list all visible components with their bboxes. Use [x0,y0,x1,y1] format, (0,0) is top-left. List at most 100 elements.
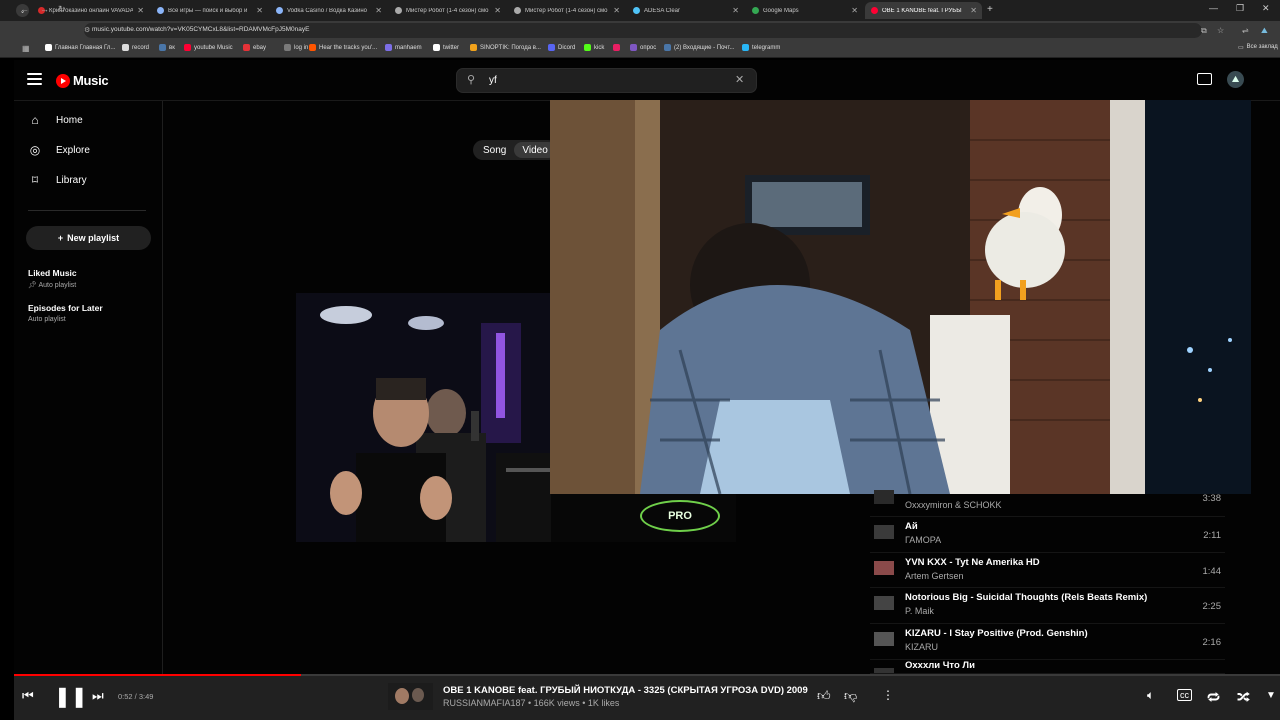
queue-item[interactable]: Notorious Big - Suicidal Thoughts (Rels … [870,588,1225,624]
bookmark-item[interactable] [613,44,623,51]
close-tab-icon[interactable]: ✕ [970,6,982,15]
tab-item[interactable]: ADESA Clear ✕ [627,2,744,19]
bookmark-item[interactable]: Hear the tracks you'... [309,44,377,51]
install-app-icon[interactable]: ⧉ [1201,26,1207,36]
song-toggle[interactable]: Song [475,142,514,158]
search-input[interactable]: yf [489,75,497,86]
tab-item[interactable]: OBE 1 KANOBE feat. ГРУБЫ ✕ [865,2,982,19]
bookmark-label: ebay [253,44,267,51]
expand-player-icon[interactable]: ▼ [1266,690,1276,701]
close-tab-icon[interactable]: ✕ [851,6,863,15]
close-tab-icon[interactable]: ✕ [375,6,387,15]
player-bar [14,676,1280,720]
queue-item[interactable]: KIZARU - I Stay Positive (Prod. Genshin)… [870,624,1225,660]
queue-item[interactable]: Ай ГАМОРА 2:11 [870,517,1225,553]
sidebar-item-explore[interactable]: ◎ Explore [28,143,90,157]
close-tab-icon[interactable]: ✕ [256,6,268,15]
all-bookmarks[interactable]: ▭ Все заклад [1238,44,1278,51]
avatar[interactable]: ⛰ [1227,71,1244,88]
tab-item[interactable]: Все игры — поиск и выбор и ✕ [151,2,268,19]
close-tab-icon[interactable]: ✕ [137,6,149,15]
now-playing-thumbnail[interactable] [388,683,433,710]
like-icon[interactable]: 👍︎ [817,688,831,704]
maximize-button[interactable]: ❐ [1236,3,1244,14]
bookmark-item[interactable]: опрос [630,44,656,51]
bookmark-item[interactable]: record [122,44,149,51]
url-text[interactable]: music.youtube.com/watch?v=VK05CYMCxL8&li… [92,26,309,33]
queue-item-duration: 1:44 [1202,566,1222,577]
search-icon[interactable]: ⚲ [467,73,475,86]
now-playing-subtitle[interactable]: RUSSIANMAFIA187 • 166K views • 1K likes [443,698,619,708]
tab-item[interactable]: Мистер Робот (1-4 сезон) смо ✕ [508,2,625,19]
play-logo-icon [56,73,70,88]
apps-grid-icon[interactable]: ▦ [22,44,30,53]
now-playing-title[interactable]: OBE 1 KANOBE feat. ГРУБЫЙ НИОТКУДА - 332… [443,685,808,696]
cast-icon[interactable] [1197,73,1212,85]
tab-item[interactable]: Криптоказино онлайн VAVADA ✕ [32,2,149,19]
queue-item[interactable]: Oxxxymiron & SCHOKK 3:38 [870,488,1225,517]
queue-thumbnail [874,632,894,646]
search-box[interactable] [456,68,757,93]
tab-title: Мистер Робот (1-4 сезон) смо [525,7,608,14]
bookmark-item[interactable]: (2) Входящие - Почт... [664,44,735,51]
next-track-icon[interactable]: ⏭︎ [92,688,104,704]
bookmark-star-icon[interactable]: ☆ [1217,26,1224,35]
video-frame-main[interactable] [550,100,1251,494]
sidebar-item-home[interactable]: ⌂ Home [28,113,82,127]
bookmark-item[interactable]: kick [584,44,604,51]
dislike-icon[interactable]: 👎︎ [844,688,857,704]
volume-icon[interactable]: 🔈︎ [1147,688,1154,703]
sidebar-item-label: Library [56,174,87,186]
bookmark-item[interactable]: SINOPTIK: Погода в... [470,44,541,51]
bookmark-favicon-icon [433,44,440,51]
video-frame-left[interactable] [296,293,551,542]
tab-item[interactable]: Google Maps ✕ [746,2,863,19]
bookmark-item[interactable]: twitter [433,44,459,51]
youtube-music-logo[interactable]: Music [56,73,109,88]
profile-icon[interactable]: ⛰ [1261,26,1268,36]
playlist-liked-music[interactable]: Liked Music [28,268,77,278]
queue-item-duration: 2:11 [1203,530,1221,541]
playlist-subtitle: Auto playlist [28,316,66,323]
shuffle-icon[interactable]: 🔀︎ [1237,688,1250,707]
tab-item[interactable]: Vodka Casino / Водка Казино ✕ [270,2,387,19]
bookmark-favicon-icon [548,44,555,51]
more-options-icon[interactable]: ⋮ [882,688,894,702]
close-tab-icon[interactable]: ✕ [613,6,625,15]
queue-item[interactable]: YVN KXX - Tyt Ne Amerika HD Artem Gertsen… [870,553,1225,588]
playlist-episodes-for-later[interactable]: Episodes for Later [28,303,103,313]
bookmark-item[interactable]: log in [284,44,308,51]
forward-button[interactable]: → [40,4,49,14]
tab-title: ADESA Clear [644,7,681,14]
bookmark-favicon-icon [122,44,129,51]
bookmark-favicon-icon [385,44,392,51]
pause-icon[interactable]: ❚❚ [54,684,88,709]
minimize-button[interactable]: — [1209,3,1218,13]
menu-icon[interactable] [27,73,42,85]
repeat-icon[interactable]: 🔁︎ [1207,688,1220,707]
back-button[interactable]: ← [20,4,29,14]
bookmark-item[interactable]: Dicord [548,44,575,51]
queue-item[interactable]: Охххли Что Ли [870,660,1225,674]
sidebar-item-library[interactable]: ⌑ Library [28,173,87,187]
bookmark-item[interactable]: Главная Главная Гл... [45,44,115,51]
new-playlist-button[interactable]: + New playlist [26,226,151,250]
close-window-button[interactable]: ✕ [1262,3,1270,14]
bookmark-item[interactable]: ebay [243,44,266,51]
close-tab-icon[interactable]: ✕ [732,6,744,15]
queue-item-duration: 2:16 [1202,637,1222,648]
captions-icon[interactable]: cc [1177,689,1192,701]
close-tab-icon[interactable]: ✕ [494,6,506,15]
site-info-icon[interactable]: ⚙ [84,26,90,34]
extensions-icon[interactable]: ⇌ [1242,26,1249,35]
bookmark-item[interactable]: telegramm [742,44,780,51]
tab-favicon-icon [752,7,759,14]
clear-search-icon[interactable]: ✕ [735,73,744,86]
new-tab-button[interactable]: + [987,4,993,15]
tab-item[interactable]: Мистер Робот (1-4 сезон) смо ✕ [389,2,506,19]
reload-button[interactable]: ↻ [58,4,66,15]
bookmark-item[interactable]: manhaem [385,44,422,51]
previous-track-icon[interactable]: ⏮︎ [22,688,34,704]
bookmark-item[interactable]: youtube Music [184,44,233,51]
bookmark-item[interactable]: вк [159,44,175,51]
